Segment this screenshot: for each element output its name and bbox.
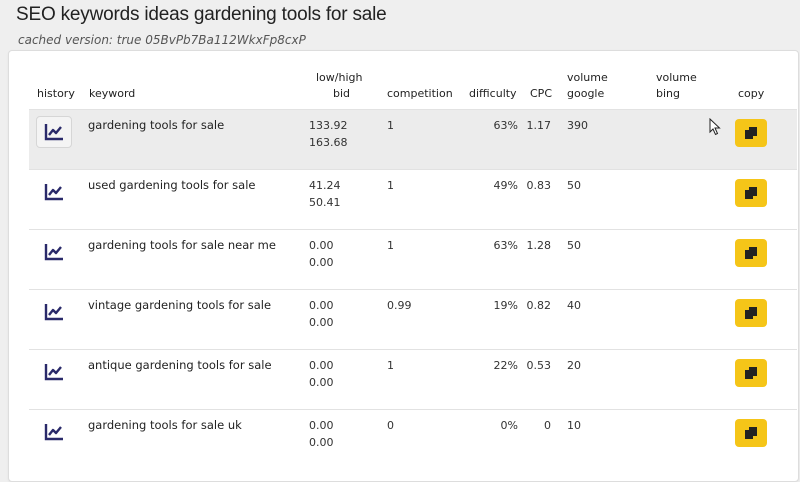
copy-icon (745, 307, 757, 319)
competition-value: 0.99 (387, 299, 412, 312)
keyword-text: used gardening tools for sale (88, 178, 256, 192)
keyword-text: antique gardening tools for sale (88, 358, 272, 372)
bid-low: 0.00 (309, 239, 334, 252)
bid-low: 0.00 (309, 359, 334, 372)
bid-high: 0.00 (309, 376, 334, 389)
bid-high: 0.00 (309, 436, 334, 449)
bid-high: 50.41 (309, 196, 341, 209)
history-button[interactable] (36, 236, 72, 268)
cpc-value: 0.83 (526, 179, 552, 192)
header-difficulty: difficulty (469, 87, 517, 100)
copy-icon (745, 247, 757, 259)
history-button[interactable] (36, 296, 72, 328)
table-row: used gardening tools for sale 41.24 50.4… (29, 169, 797, 229)
copy-button[interactable] (735, 299, 767, 327)
cpc-value: 0.82 (526, 299, 552, 312)
table-row: vintage gardening tools for sale 0.00 0.… (29, 289, 797, 349)
copy-icon (745, 187, 757, 199)
bid-low: 41.24 (309, 179, 341, 192)
header-bid-line2: bid (333, 87, 351, 100)
volume-google-value: 50 (567, 179, 581, 192)
bid-low: 133.92 (309, 119, 348, 132)
mouse-cursor-icon (709, 118, 721, 136)
page-title: SEO keywords ideas gardening tools for s… (16, 4, 387, 25)
history-button[interactable] (36, 356, 72, 388)
difficulty-value: 0% (500, 419, 518, 432)
header-volume-google-line1: volume (567, 71, 608, 84)
competition-value: 1 (387, 359, 394, 372)
keyword-text: gardening tools for sale (88, 118, 225, 132)
chart-line-icon (44, 124, 63, 141)
cpc-value: 0 (544, 419, 551, 432)
cache-info: cached version: true 05BvPb7Ba112WkxFp8c… (18, 33, 306, 47)
volume-google-value: 390 (567, 119, 588, 132)
history-button[interactable] (36, 416, 72, 448)
copy-button[interactable] (735, 239, 767, 267)
cpc-value: 1.17 (526, 119, 552, 132)
volume-google-value: 20 (567, 359, 581, 372)
volume-google-value: 40 (567, 299, 581, 312)
header-competition: competition (387, 87, 453, 100)
chart-line-icon (44, 244, 63, 261)
copy-icon (745, 367, 757, 379)
bid-high: 0.00 (309, 316, 334, 329)
header-volume-google-line2: google (567, 87, 605, 100)
copy-button[interactable] (735, 419, 767, 447)
chart-line-icon (44, 304, 63, 321)
cpc-value: 0.53 (526, 359, 552, 372)
copy-button[interactable] (735, 119, 767, 147)
header-volume-bing-line2: bing (656, 87, 680, 100)
competition-value: 0 (387, 419, 394, 432)
table-row: gardening tools for sale 133.92 163.68 1… (29, 109, 797, 169)
keyword-text: gardening tools for sale near me (88, 238, 276, 252)
difficulty-value: 22% (493, 359, 518, 372)
header-volume-bing-line1: volume (656, 71, 697, 84)
bid-high: 0.00 (309, 256, 334, 269)
copy-icon (745, 127, 757, 139)
header-copy: copy (738, 87, 765, 100)
cpc-value: 1.28 (526, 239, 552, 252)
chart-line-icon (44, 184, 63, 201)
competition-value: 1 (387, 179, 394, 192)
chart-line-icon (44, 364, 63, 381)
header-bid-line1: low/high (316, 71, 363, 84)
difficulty-value: 63% (493, 239, 518, 252)
copy-button[interactable] (735, 359, 767, 387)
header-cpc: CPC (530, 87, 552, 100)
keyword-text: vintage gardening tools for sale (88, 298, 272, 312)
bid-low: 0.00 (309, 419, 334, 432)
copy-icon (745, 427, 757, 439)
difficulty-value: 19% (493, 299, 518, 312)
difficulty-value: 63% (493, 119, 518, 132)
difficulty-value: 49% (493, 179, 518, 192)
bid-low: 0.00 (309, 299, 334, 312)
header-history: history (37, 87, 75, 100)
competition-value: 1 (387, 239, 394, 252)
history-button[interactable] (36, 176, 72, 208)
table-row: gardening tools for sale near me 0.00 0.… (29, 229, 797, 289)
competition-value: 1 (387, 119, 394, 132)
header-keyword: keyword (89, 87, 136, 100)
table-row: antique gardening tools for sale 0.00 0.… (29, 349, 797, 409)
bid-high: 163.68 (309, 136, 348, 149)
chart-line-icon (44, 424, 63, 441)
table-row: gardening tools for sale uk 0.00 0.00 0 … (29, 409, 797, 469)
volume-google-value: 10 (567, 419, 581, 432)
volume-google-value: 50 (567, 239, 581, 252)
keyword-text: gardening tools for sale uk (88, 418, 242, 432)
copy-button[interactable] (735, 179, 767, 207)
history-button[interactable] (36, 116, 72, 148)
